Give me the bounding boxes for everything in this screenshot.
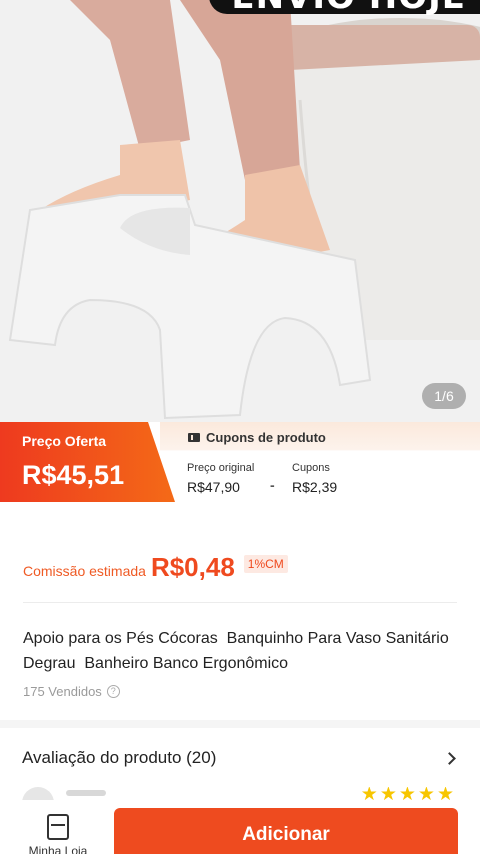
coupons-label: Cupons [292,462,330,474]
bottom-action-bar: Minha Loja Adicionar [0,800,480,854]
my-store-label: Minha Loja [28,844,88,854]
commission-label: Comissão estimada [23,563,146,579]
shipping-banner: ENVIO HOJE [209,0,480,14]
offer-price-value: R$45,51 [22,460,125,490]
product-image[interactable]: ENVIO HOJE 1/6 [0,0,480,422]
coupon-title-label: Cupons de produto [206,430,326,445]
sold-count-row: 175 Vendidos ? [23,684,120,699]
product-rating-row[interactable]: Avaliação do produto (20) [22,748,458,768]
coupons-value: R$2,39 [292,479,338,495]
my-store-tab[interactable]: Minha Loja [20,814,96,854]
rating-title: Avaliação do produto (20) [22,748,217,767]
commission-rate-badge: 1%CM [243,555,288,573]
price-strip: Cupons de produto Preço original R$47,90… [0,422,480,502]
product-photo-illustration [8,0,480,420]
coupon-title: Cupons de produto [188,430,326,445]
divider [23,602,457,603]
section-gap [0,720,480,728]
original-price-label: Preço original [187,462,255,474]
chevron-right-icon [443,751,456,765]
commission-row: Comissão estimada R$0,48 1%CM [23,552,288,583]
store-icon [47,814,69,840]
price-separator: - [270,477,275,493]
ticket-icon [188,433,200,442]
sold-count: 175 Vendidos [23,684,102,699]
help-icon[interactable]: ? [106,685,120,698]
image-page-indicator: 1/6 [422,383,466,409]
commission-value: R$0,48 [150,552,235,582]
coupon-panel[interactable]: Cupons de produto Preço original R$47,90… [160,422,480,502]
offer-price-label: Preço Oferta [22,433,107,449]
reviewer-name-placeholder [66,790,106,796]
offer-price-box: Preço Oferta R$45,51 [0,422,175,502]
product-title: Apoio para os Pés Cócoras Banquinho Para… [23,630,454,672]
add-button[interactable]: Adicionar [114,808,458,854]
original-price-value: R$47,90 [187,479,240,495]
